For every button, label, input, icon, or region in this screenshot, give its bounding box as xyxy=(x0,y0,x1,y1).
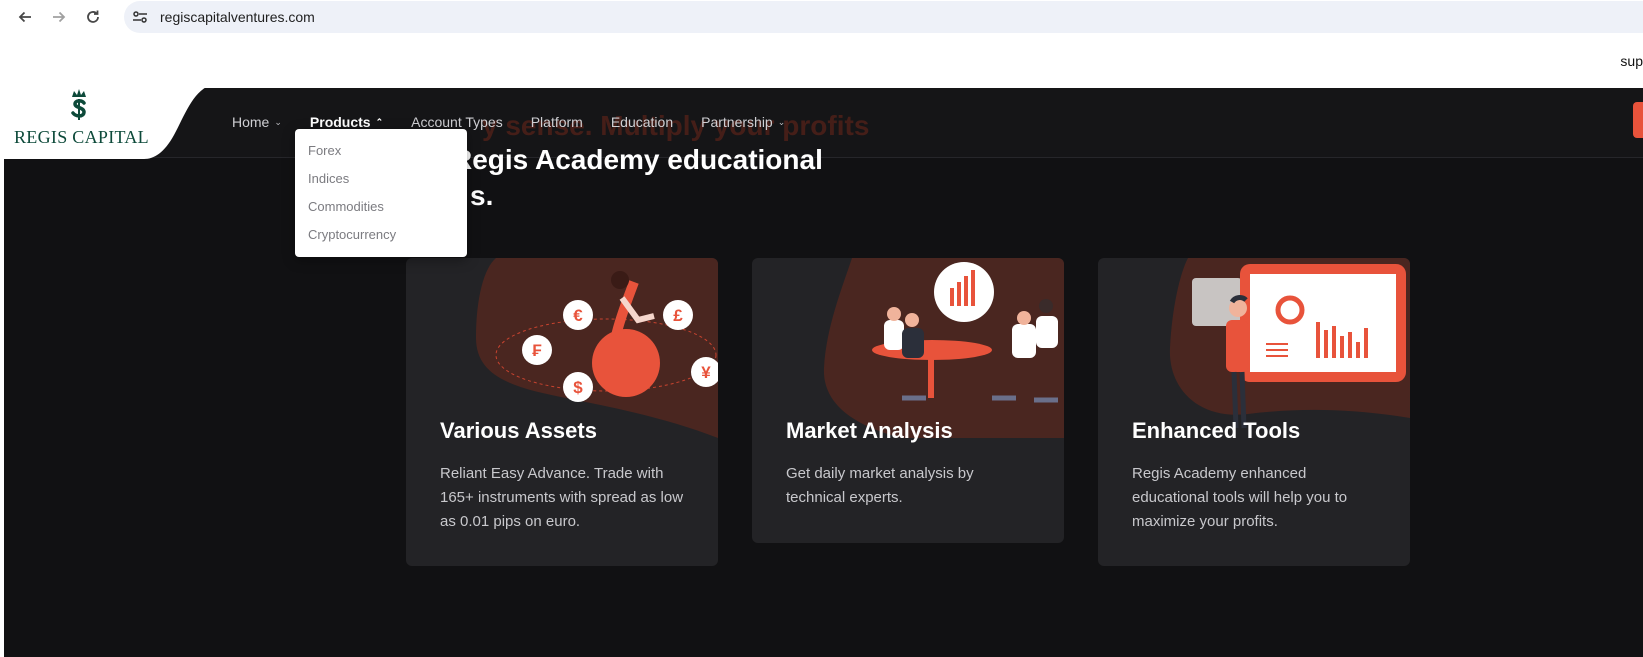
svg-text:¥: ¥ xyxy=(701,363,711,382)
browser-toolbar: regiscapitalventures.com xyxy=(0,0,1643,34)
chevron-down-icon: ⌄ xyxy=(777,116,786,127)
svg-text:₣: ₣ xyxy=(532,341,542,360)
chevron-up-icon: ⌃ xyxy=(375,116,384,127)
card-text: Get daily market analysis by technical e… xyxy=(786,465,974,506)
card-various-assets[interactable]: € £ ₣ $ ¥ Various Assets Reliant Easy Ad… xyxy=(406,258,718,566)
logo-text: REGIS CAPITAL xyxy=(14,127,149,147)
hero-title: Regis Academy educational s. xyxy=(452,142,823,214)
url-text[interactable]: regiscapitalventures.com xyxy=(160,9,315,25)
support-text[interactable]: sup xyxy=(1620,53,1643,69)
card-title: Various Assets xyxy=(440,418,597,443)
nav-item-education[interactable]: Education xyxy=(611,114,673,130)
presentation-board-icon xyxy=(1169,258,1410,429)
card-title: Enhanced Tools xyxy=(1132,418,1301,443)
nav-item-products[interactable]: Products ⌃ xyxy=(310,114,383,130)
card-market-analysis[interactable]: Market Analysis Get daily market analysi… xyxy=(752,258,1064,543)
nav-item-label: Home xyxy=(232,114,270,130)
tune-icon[interactable] xyxy=(132,10,148,24)
arrow-right-icon xyxy=(53,11,66,23)
nav-item-label: Education xyxy=(610,114,674,130)
back-button[interactable] xyxy=(14,6,36,28)
card-text: Regis Academy enhanced educational tools… xyxy=(1132,465,1348,530)
address-bar[interactable]: regiscapitalventures.com xyxy=(124,1,1643,33)
chevron-down-icon: ⌄ xyxy=(274,116,282,127)
nav-item-account-types[interactable]: Account Types xyxy=(411,114,503,130)
products-dropdown: Forex Indices Commodities Cryptocurrency xyxy=(295,129,467,257)
arrow-left-icon xyxy=(18,11,31,23)
reload-button[interactable] xyxy=(82,6,104,28)
nav-item-label: Products xyxy=(309,114,371,130)
card-text: Reliant Easy Advance. Trade with 165+ in… xyxy=(440,465,684,530)
nav-item-label: Platform xyxy=(530,114,583,130)
svg-text:€: € xyxy=(573,306,583,325)
logo[interactable]: REGIS CAPITAL xyxy=(4,83,224,159)
dropdown-item-indices[interactable]: Indices xyxy=(295,169,467,197)
team-meeting-icon xyxy=(823,258,1064,438)
nav-item-home[interactable]: Home ⌄ xyxy=(232,114,282,130)
nav-item-platform[interactable]: Platform xyxy=(531,114,583,130)
currency-symbols-icon: € £ ₣ $ ¥ xyxy=(476,258,718,438)
crowned-dollar-icon xyxy=(71,89,86,120)
nav-item-label: Account Types xyxy=(411,114,503,130)
page: sup REGIS CAPITAL y sense. Multiply your… xyxy=(4,36,1643,657)
reload-icon xyxy=(87,10,99,23)
nav-item-label: Partnership xyxy=(701,114,773,130)
card-enhanced-tools[interactable]: Enhanced Tools Regis Academy enhanced ed… xyxy=(1098,258,1410,566)
cta-button[interactable] xyxy=(1633,102,1643,138)
dropdown-item-cryptocurrency[interactable]: Cryptocurrency xyxy=(295,225,467,253)
dropdown-item-forex[interactable]: Forex xyxy=(295,141,467,169)
nav-item-partnership[interactable]: Partnership ⌄ xyxy=(701,114,785,130)
svg-text:£: £ xyxy=(673,306,683,325)
svg-text:$: $ xyxy=(573,378,583,397)
forward-button[interactable] xyxy=(48,6,70,28)
hero-title-line-1: Regis Academy educational xyxy=(452,144,823,175)
top-strip: sup xyxy=(4,36,1643,88)
dropdown-item-commodities[interactable]: Commodities xyxy=(295,197,467,225)
card-title: Market Analysis xyxy=(786,418,953,443)
hero-title-line-2: s. xyxy=(470,180,494,211)
